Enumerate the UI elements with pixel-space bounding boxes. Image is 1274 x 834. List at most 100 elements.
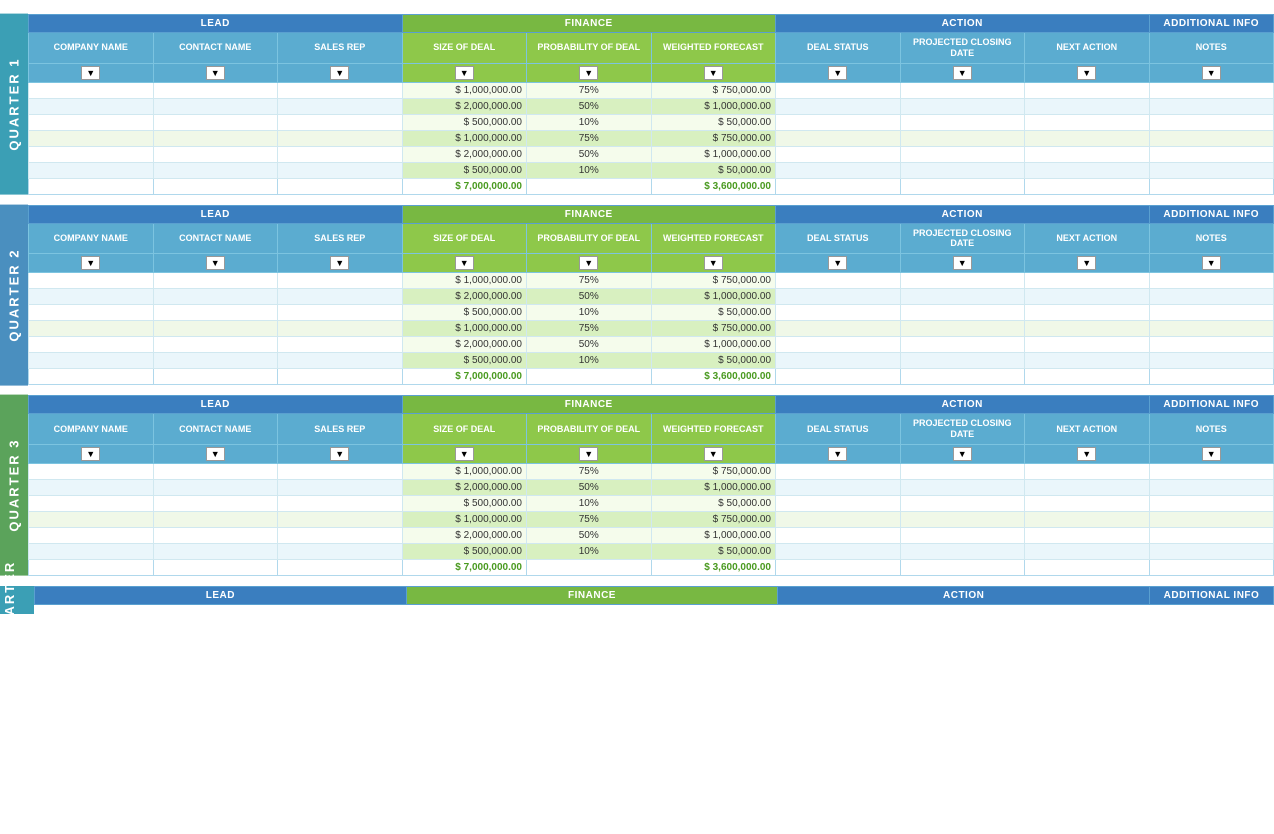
table-row: $ 500,000.0010%$ 50,000.00 bbox=[29, 305, 1274, 321]
cell-salesrep bbox=[278, 273, 403, 289]
cell-salesrep bbox=[278, 82, 403, 98]
dropdown-cell[interactable]: ▼ bbox=[527, 444, 652, 463]
dropdown-btn[interactable]: ▼ bbox=[330, 256, 349, 270]
dropdown-cell[interactable]: ▼ bbox=[29, 444, 154, 463]
col-header-contact_name: CONTACT NAME bbox=[153, 414, 278, 445]
dropdown-btn[interactable]: ▼ bbox=[953, 256, 972, 270]
cell-notes bbox=[1149, 146, 1274, 162]
dropdown-cell[interactable]: ▼ bbox=[278, 63, 403, 82]
dropdown-btn[interactable]: ▼ bbox=[704, 256, 723, 270]
dropdown-btn[interactable]: ▼ bbox=[206, 66, 225, 80]
cell-salesrep bbox=[278, 527, 403, 543]
dropdown-cell[interactable]: ▼ bbox=[402, 63, 527, 82]
dropdown-cell[interactable]: ▼ bbox=[1149, 444, 1274, 463]
table-row: $ 2,000,000.0050%$ 1,000,000.00 bbox=[29, 289, 1274, 305]
dropdown-cell[interactable]: ▼ bbox=[651, 254, 776, 273]
dropdown-btn[interactable]: ▼ bbox=[206, 256, 225, 270]
cell-size-of-deal: $ 500,000.00 bbox=[402, 162, 527, 178]
dropdown-cell[interactable]: ▼ bbox=[1025, 63, 1150, 82]
section-addinfo-header: ADDITIONAL INFO bbox=[1150, 586, 1274, 604]
cell-salesrep bbox=[278, 98, 403, 114]
dropdown-btn[interactable]: ▼ bbox=[1077, 256, 1096, 270]
dropdown-btn[interactable]: ▼ bbox=[1202, 66, 1221, 80]
cell-size-of-deal: $ 2,000,000.00 bbox=[402, 289, 527, 305]
col-header-next_action: NEXT ACTION bbox=[1025, 33, 1150, 64]
dropdown-btn[interactable]: ▼ bbox=[704, 447, 723, 461]
cell-next-action bbox=[1025, 479, 1150, 495]
dropdown-btn[interactable]: ▼ bbox=[1077, 447, 1096, 461]
cell-projected-closing bbox=[900, 98, 1025, 114]
cell-notes bbox=[1149, 337, 1274, 353]
dropdown-btn[interactable]: ▼ bbox=[81, 66, 100, 80]
dropdown-btn[interactable]: ▼ bbox=[828, 447, 847, 461]
dropdown-cell[interactable]: ▼ bbox=[153, 63, 278, 82]
section-lead-header: LEAD bbox=[29, 15, 403, 33]
dropdown-btn[interactable]: ▼ bbox=[1077, 66, 1096, 80]
dropdown-cell[interactable]: ▼ bbox=[900, 254, 1025, 273]
cell-weighted-forecast: $ 50,000.00 bbox=[651, 353, 776, 369]
cell-company bbox=[29, 353, 154, 369]
dropdown-btn[interactable]: ▼ bbox=[1202, 256, 1221, 270]
dropdown-cell[interactable]: ▼ bbox=[776, 444, 901, 463]
dropdown-cell[interactable]: ▼ bbox=[900, 444, 1025, 463]
dropdown-cell[interactable]: ▼ bbox=[1025, 444, 1150, 463]
col-header-company_name: COMPANY NAME bbox=[29, 223, 154, 254]
cell-company bbox=[29, 495, 154, 511]
dropdown-cell[interactable]: ▼ bbox=[402, 444, 527, 463]
cell-next-action bbox=[1025, 321, 1150, 337]
col-header-next_action: NEXT ACTION bbox=[1025, 223, 1150, 254]
dropdown-btn[interactable]: ▼ bbox=[579, 256, 598, 270]
cell-size-of-deal: $ 2,000,000.00 bbox=[402, 146, 527, 162]
cell-probability: 10% bbox=[527, 353, 652, 369]
cell-size-of-deal: $ 1,000,000.00 bbox=[402, 463, 527, 479]
dropdown-btn[interactable]: ▼ bbox=[455, 66, 474, 80]
dropdown-btn[interactable]: ▼ bbox=[828, 256, 847, 270]
cell-deal-status bbox=[776, 146, 901, 162]
dropdown-btn[interactable]: ▼ bbox=[704, 66, 723, 80]
dropdown-cell[interactable]: ▼ bbox=[900, 63, 1025, 82]
cell-size-of-deal: $ 2,000,000.00 bbox=[402, 337, 527, 353]
dropdown-cell[interactable]: ▼ bbox=[527, 254, 652, 273]
dropdown-cell[interactable]: ▼ bbox=[1149, 63, 1274, 82]
dropdown-btn[interactable]: ▼ bbox=[455, 447, 474, 461]
dropdown-btn[interactable]: ▼ bbox=[1202, 447, 1221, 461]
dropdown-cell[interactable]: ▼ bbox=[651, 63, 776, 82]
dropdown-cell[interactable]: ▼ bbox=[29, 63, 154, 82]
dropdown-cell[interactable]: ▼ bbox=[1149, 254, 1274, 273]
dropdown-cell[interactable]: ▼ bbox=[278, 254, 403, 273]
dropdown-btn[interactable]: ▼ bbox=[953, 66, 972, 80]
dropdown-cell[interactable]: ▼ bbox=[1025, 254, 1150, 273]
dropdown-cell[interactable]: ▼ bbox=[651, 444, 776, 463]
dropdown-btn[interactable]: ▼ bbox=[81, 447, 100, 461]
section-lead-header: LEAD bbox=[29, 396, 403, 414]
dropdown-btn[interactable]: ▼ bbox=[206, 447, 225, 461]
cell-deal-status bbox=[776, 463, 901, 479]
dropdown-btn[interactable]: ▼ bbox=[455, 256, 474, 270]
dropdown-cell[interactable]: ▼ bbox=[776, 254, 901, 273]
cell-contact bbox=[153, 337, 278, 353]
cell-deal-status bbox=[776, 130, 901, 146]
dropdown-cell[interactable]: ▼ bbox=[527, 63, 652, 82]
dropdown-btn[interactable]: ▼ bbox=[828, 66, 847, 80]
dropdown-btn[interactable]: ▼ bbox=[330, 447, 349, 461]
dropdown-cell[interactable]: ▼ bbox=[278, 444, 403, 463]
dropdown-btn[interactable]: ▼ bbox=[81, 256, 100, 270]
dropdown-cell[interactable]: ▼ bbox=[402, 254, 527, 273]
cell-weighted-forecast: $ 1,000,000.00 bbox=[651, 289, 776, 305]
cell-weighted-forecast: $ 50,000.00 bbox=[651, 162, 776, 178]
table-row: $ 1,000,000.0075%$ 750,000.00 bbox=[29, 511, 1274, 527]
dropdown-cell[interactable]: ▼ bbox=[153, 444, 278, 463]
dropdown-btn[interactable]: ▼ bbox=[579, 447, 598, 461]
dropdown-cell[interactable]: ▼ bbox=[153, 254, 278, 273]
page-title bbox=[0, 0, 1274, 14]
dropdown-btn[interactable]: ▼ bbox=[579, 66, 598, 80]
cell-weighted-forecast: $ 1,000,000.00 bbox=[651, 527, 776, 543]
dropdown-btn[interactable]: ▼ bbox=[330, 66, 349, 80]
dropdown-cell[interactable]: ▼ bbox=[776, 63, 901, 82]
cell-contact bbox=[153, 98, 278, 114]
cell-projected-closing bbox=[900, 82, 1025, 98]
cell-next-action bbox=[1025, 289, 1150, 305]
total-empty bbox=[153, 178, 278, 194]
dropdown-btn[interactable]: ▼ bbox=[953, 447, 972, 461]
dropdown-cell[interactable]: ▼ bbox=[29, 254, 154, 273]
